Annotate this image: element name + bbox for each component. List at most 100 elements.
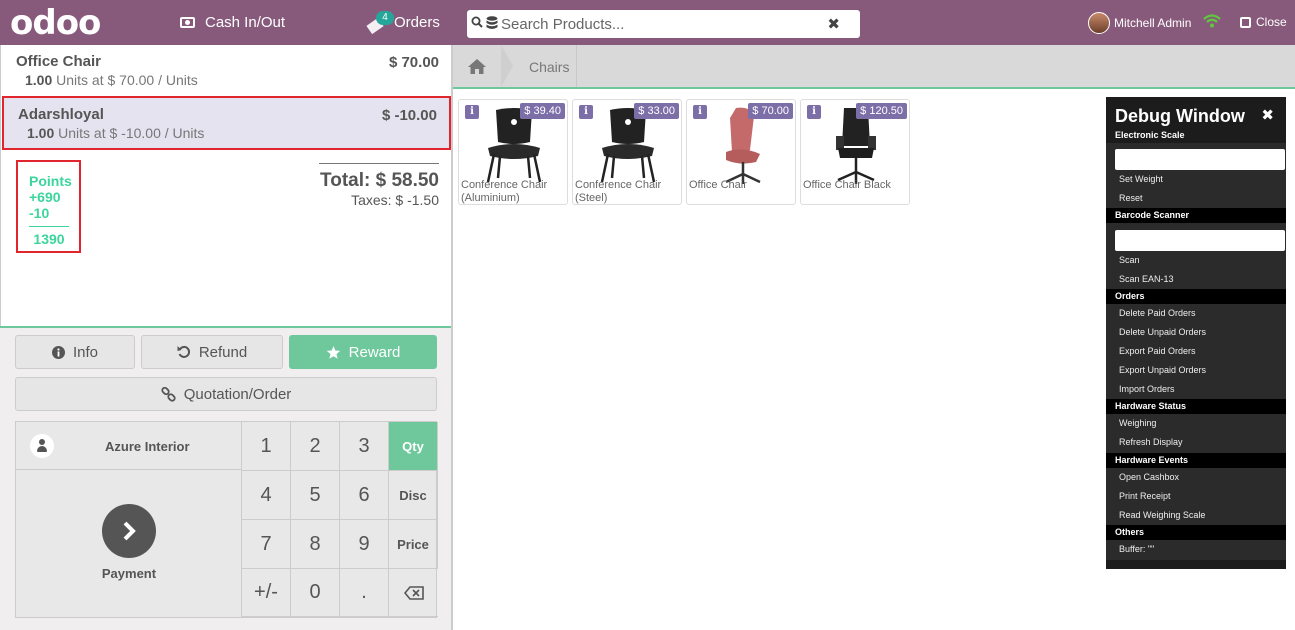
payment-button[interactable]: Payment: [16, 470, 242, 617]
numpad-key-plus-minus[interactable]: +/-: [242, 569, 291, 617]
weight-input[interactable]: [1115, 149, 1285, 170]
product-card[interactable]: i $ 70.00 Office Chair: [686, 99, 796, 205]
section-electronic-scale: Electronic Scale: [1115, 130, 1185, 140]
product-info-icon[interactable]: i: [807, 105, 821, 119]
numpad-key-8[interactable]: 8: [291, 520, 340, 569]
numpad-key-5[interactable]: 5: [291, 471, 340, 520]
section-hardware-status: Hardware Status: [1106, 399, 1286, 414]
user-icon: [30, 434, 54, 458]
numpad-key-2[interactable]: 2: [291, 422, 340, 471]
order-line[interactable]: Office Chair $ 70.00 1.00 Units at $ 70.…: [2, 45, 451, 91]
home-button[interactable]: [453, 45, 501, 87]
points-won: +690: [29, 189, 61, 205]
mode-disc-button[interactable]: Disc: [389, 471, 438, 520]
cash-in-out-label: Cash In/Out: [205, 14, 286, 31]
import-orders-button[interactable]: Import Orders: [1119, 380, 1175, 399]
product-search: ✖: [467, 10, 860, 38]
product-name: Conference Chair (Aluminium): [461, 179, 548, 204]
buffer-value: Buffer: "": [1119, 544, 1155, 554]
close-session-button[interactable]: Close: [1240, 15, 1287, 29]
product-info-icon[interactable]: i: [579, 105, 593, 119]
scan-ean13-button[interactable]: Scan EAN-13: [1119, 270, 1174, 289]
product-price: $ 33.00: [634, 103, 679, 119]
orders-button[interactable]: 4 Orders: [366, 0, 440, 45]
read-weighing-scale-button[interactable]: Read Weighing Scale: [1119, 506, 1205, 525]
refresh-display-button[interactable]: Refresh Display: [1119, 433, 1183, 452]
refund-button[interactable]: Refund: [141, 335, 283, 369]
search-input[interactable]: [501, 13, 821, 35]
star-icon: [326, 345, 340, 359]
line-info: 1.00 Units at $ -10.00 / Units: [27, 125, 205, 141]
set-weight-button[interactable]: Set Weight: [1119, 170, 1163, 189]
numpad-key-1[interactable]: 1: [242, 422, 291, 471]
product-info-icon[interactable]: i: [465, 105, 479, 119]
numpad-key-0[interactable]: 0: [291, 569, 340, 617]
line-product-name: Adarshloyal: [18, 106, 104, 123]
section-orders: Orders: [1106, 289, 1286, 304]
undo-icon: [177, 345, 190, 358]
product-card[interactable]: i $ 120.50 Office Chair Black: [800, 99, 910, 205]
numpad-key-4[interactable]: 4: [242, 471, 291, 520]
delete-paid-orders-button[interactable]: Delete Paid Orders: [1119, 304, 1196, 323]
numpad-area: Azure Interior Payment 1 2 3 Qty 4 5 6 D…: [15, 421, 438, 618]
points-spent: -10: [29, 205, 50, 221]
order-line-selected[interactable]: Adarshloyal $ -10.00 1.00 Units at $ -10…: [2, 96, 451, 150]
numpad-key-3[interactable]: 3: [340, 422, 389, 471]
close-label: Close: [1256, 15, 1287, 29]
search-icon: [471, 16, 483, 28]
print-receipt-button[interactable]: Print Receipt: [1119, 487, 1171, 506]
debug-close-icon[interactable]: ✖: [1261, 106, 1274, 124]
order-lines: Office Chair $ 70.00 1.00 Units at $ 70.…: [0, 45, 451, 327]
export-unpaid-orders-button[interactable]: Export Unpaid Orders: [1119, 361, 1206, 380]
product-name: Office Chair Black: [803, 179, 891, 191]
customer-button[interactable]: Azure Interior: [16, 422, 242, 470]
order-pane: Office Chair $ 70.00 1.00 Units at $ 70.…: [0, 45, 453, 630]
line-price: $ -10.00: [381, 107, 437, 124]
numpad-key-7[interactable]: 7: [242, 520, 291, 569]
odoo-logo: odoo: [10, 3, 101, 43]
numpad-key-6[interactable]: 6: [340, 471, 389, 520]
chevron-right-icon: [123, 521, 136, 541]
mode-price-button[interactable]: Price: [389, 520, 438, 569]
breadcrumb: Chairs: [453, 45, 1295, 89]
payment-label: Payment: [101, 566, 157, 581]
mode-qty-button[interactable]: Qty: [389, 422, 438, 471]
product-card[interactable]: i $ 33.00 Conference Chair (Steel): [572, 99, 682, 205]
backspace-button[interactable]: [389, 569, 438, 617]
points-label: Points: [29, 173, 72, 189]
scan-button[interactable]: Scan: [1119, 251, 1140, 270]
product-name: Conference Chair (Steel): [575, 179, 662, 204]
debug-window: Debug Window ✖ Electronic Scale Set Weig…: [1106, 97, 1286, 569]
open-cashbox-button[interactable]: Open Cashbox: [1119, 468, 1179, 487]
product-info-icon[interactable]: i: [693, 105, 707, 119]
delete-unpaid-orders-button[interactable]: Delete Unpaid Orders: [1119, 323, 1206, 342]
weighing-status[interactable]: Weighing: [1119, 414, 1156, 433]
numpad-key-dot[interactable]: .: [340, 569, 389, 617]
clear-search-icon[interactable]: ✖: [827, 15, 840, 33]
product-price: $ 120.50: [856, 103, 907, 119]
home-icon: [468, 58, 486, 74]
money-icon: [180, 17, 195, 28]
section-barcode-scanner: Barcode Scanner: [1106, 208, 1286, 223]
info-button[interactable]: Info: [15, 335, 135, 369]
export-paid-orders-button[interactable]: Export Paid Orders: [1119, 342, 1196, 361]
breadcrumb-separator: [501, 45, 513, 87]
cash-in-out-button[interactable]: Cash In/Out: [180, 0, 285, 45]
line-price: $ 70.00: [388, 54, 439, 71]
reset-button[interactable]: Reset: [1119, 189, 1143, 208]
breadcrumb-divider: [576, 45, 577, 87]
user-menu[interactable]: Mitchell Admin: [1088, 12, 1191, 34]
debug-title: Debug Window: [1115, 106, 1245, 126]
sign-out-icon: [1240, 16, 1251, 28]
breadcrumb-category[interactable]: Chairs: [529, 59, 569, 75]
product-card[interactable]: i $ 39.40 Conference Chair (Aluminium): [458, 99, 568, 205]
database-icon[interactable]: [486, 16, 498, 30]
payment-circle: [102, 504, 156, 558]
reward-button[interactable]: Reward: [289, 335, 437, 369]
orders-label: Orders: [394, 14, 440, 31]
numpad-key-9[interactable]: 9: [340, 520, 389, 569]
barcode-input[interactable]: [1115, 230, 1285, 251]
backspace-icon: [403, 585, 424, 600]
points-total: 1390: [29, 226, 69, 247]
quotation-order-button[interactable]: Quotation/Order: [15, 377, 437, 411]
